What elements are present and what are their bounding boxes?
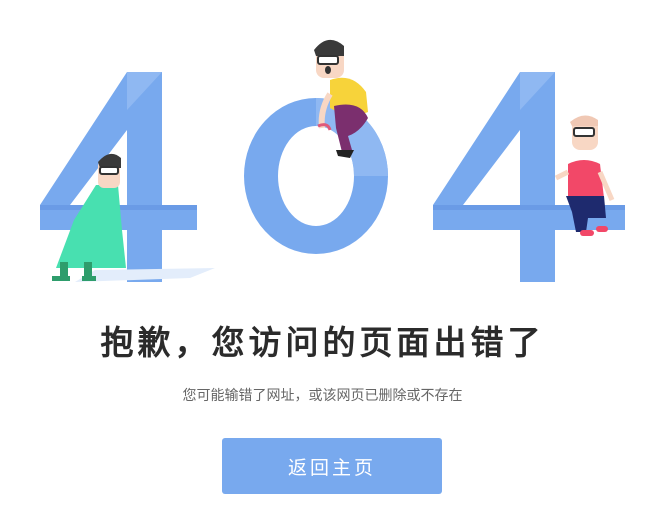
return-home-button[interactable]: 返回主页 — [222, 438, 442, 494]
digit-zero — [244, 98, 388, 254]
error-description: 您可能输错了网址，或该网页已删除或不存在 — [182, 388, 463, 404]
page-title: 抱歉，您访问的页面出错了 — [100, 323, 545, 362]
error-404-illustration — [40, 39, 625, 282]
